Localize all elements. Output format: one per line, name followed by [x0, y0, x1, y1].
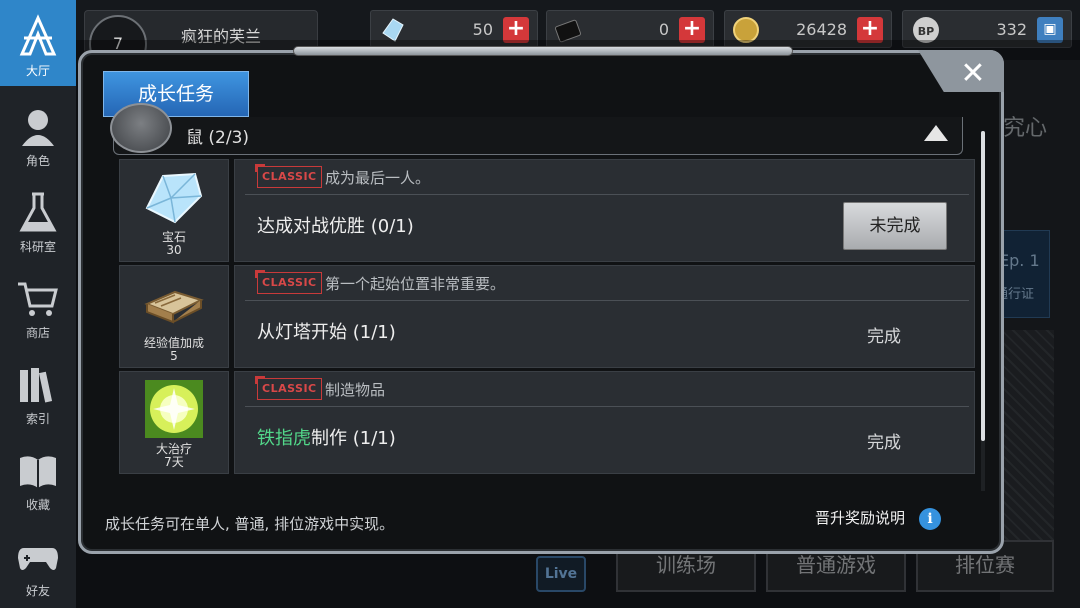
currency-value: 26428 — [796, 20, 847, 39]
currency-value: 50 — [472, 20, 493, 39]
complete-status: 完成 — [867, 327, 901, 347]
scrollbar[interactable] — [981, 131, 985, 491]
reward-cell: 宝石 30 — [119, 159, 229, 262]
sidebar-item-shop[interactable]: 商店 — [0, 262, 76, 348]
close-button[interactable]: ✕ — [949, 55, 997, 95]
goal-text: 从灯塔开始 (1/1) — [257, 322, 396, 343]
mission-info: CLASSIC 第一个起始位置非常重要。 从灯塔开始 (1/1) 完成 — [234, 265, 975, 368]
mission-hint: 第一个起始位置非常重要。 — [325, 275, 506, 293]
mission-goal: 铁指虎制作 (1/1) — [257, 424, 396, 450]
reward-cell: 大治疗 7天 — [119, 371, 229, 474]
goal-text: 达成对战优胜 (0/1) — [257, 216, 414, 237]
sidebar-item-collection[interactable]: 收藏 — [0, 434, 76, 520]
sidebar-item-label: 好友 — [25, 584, 50, 598]
mission-info: CLASSIC 成为最后一人。 达成对战优胜 (0/1) 未完成 — [234, 159, 975, 262]
book-icon — [20, 456, 56, 488]
reward-name: 经验值加成 — [143, 336, 204, 350]
sidebar-item-label: 商店 — [25, 326, 50, 340]
reward-quantity: 7天 — [164, 455, 184, 469]
reward-quantity: 5 — [170, 349, 178, 363]
books-icon — [20, 368, 53, 403]
modal-handle — [293, 46, 793, 56]
info-icon[interactable]: i — [919, 507, 942, 530]
sidebar-item-lobby[interactable]: 大厅 — [0, 0, 76, 86]
currency-value: 0 — [658, 20, 669, 39]
category-label: 鼠 (2/3) — [186, 128, 250, 148]
gem-icon — [145, 172, 203, 224]
mode-tag: CLASSIC — [255, 164, 322, 188]
flask-icon — [19, 192, 57, 232]
complete-status: 完成 — [867, 433, 901, 453]
mission-row: 经验值加成 5 CLASSIC 第一个起始位置非常重要。 从灯塔开始 (1/1)… — [119, 265, 975, 368]
mission-hint: 成为最后一人。 — [325, 169, 431, 187]
footer-note: 成长任务可在单人, 普通, 排位游戏中实现。 — [105, 515, 395, 533]
goal-highlight: 铁指虎 — [257, 428, 311, 449]
growth-missions-modal: ✕ 成长任务 鼠 (2/3) 宝石 30 CLASSIC 成为最后一人。 达成对… — [78, 46, 1004, 554]
mission-info: CLASSIC 制造物品 铁指虎制作 (1/1) 完成 — [234, 371, 975, 474]
mode-tag: CLASSIC — [255, 270, 322, 294]
reward-quantity: 30 — [166, 243, 182, 257]
mission-goal: 达成对战优胜 (0/1) — [257, 212, 414, 238]
category-avatar — [110, 103, 172, 153]
sidebar-item-label: 角色 — [25, 154, 50, 168]
sidebar: 大厅 角色 科研室 商店 索引 收藏 好友 — [0, 0, 76, 608]
sidebar-item-index[interactable]: 索引 — [0, 348, 76, 434]
mission-goal: 从灯塔开始 (1/1) — [257, 318, 396, 344]
cart-icon — [18, 282, 58, 316]
lobby-logo-icon — [19, 14, 57, 56]
gamepad-icon — [18, 548, 58, 570]
mode-tag: CLASSIC — [255, 376, 322, 400]
incomplete-button[interactable]: 未完成 — [843, 202, 947, 250]
sidebar-item-friends[interactable]: 好友 — [0, 520, 76, 606]
character-icon — [22, 110, 54, 146]
sidebar-item-label: 收藏 — [25, 498, 50, 512]
reward-name: 宝石 — [161, 230, 186, 244]
divider — [245, 194, 969, 195]
heal-orb-icon — [145, 380, 203, 438]
currency-value: 332 — [996, 20, 1027, 39]
exp-book-icon — [144, 290, 204, 324]
goal-text: 制作 (1/1) — [311, 428, 396, 449]
reward-name: 大治疗 — [155, 442, 192, 456]
divider — [245, 300, 969, 301]
scrollbar-thumb[interactable] — [981, 131, 985, 441]
sidebar-item-label: 索引 — [25, 412, 50, 426]
sidebar-item-lab[interactable]: 科研室 — [0, 176, 76, 262]
svg-text:BP: BP — [918, 25, 934, 38]
promotion-link-label: 晋升奖励说明 — [815, 509, 906, 527]
promotion-reward-info-link[interactable]: 晋升奖励说明 i — [815, 505, 942, 531]
mission-row: 宝石 30 CLASSIC 成为最后一人。 达成对战优胜 (0/1) 未完成 — [119, 159, 975, 262]
collapse-arrow-icon[interactable] — [924, 125, 948, 141]
mission-category-header[interactable]: 鼠 (2/3) — [110, 103, 963, 155]
sidebar-item-label: 大厅 — [25, 64, 50, 78]
sidebar-item-label: 科研室 — [19, 240, 56, 254]
mission-row: 大治疗 7天 CLASSIC 制造物品 铁指虎制作 (1/1) 完成 — [119, 371, 975, 474]
mission-hint: 制造物品 — [325, 381, 386, 399]
reward-cell: 经验值加成 5 — [119, 265, 229, 368]
sidebar-item-character[interactable]: 角色 — [0, 90, 76, 176]
divider — [245, 406, 969, 407]
